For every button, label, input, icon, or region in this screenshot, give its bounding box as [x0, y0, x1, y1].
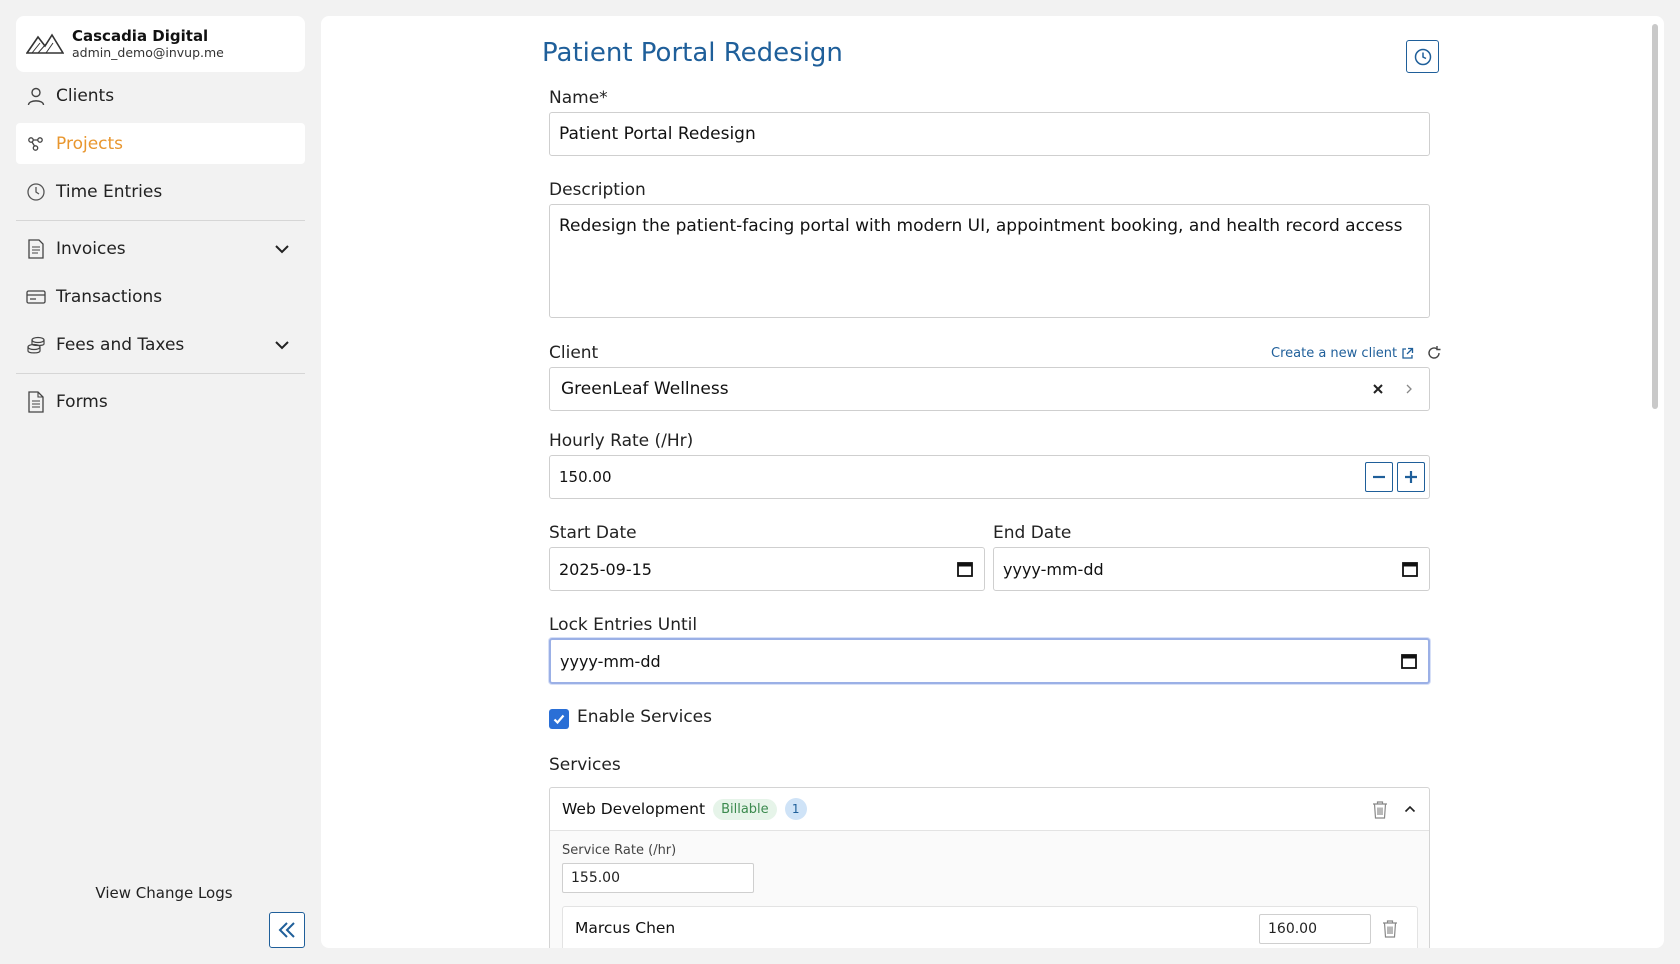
sidebar-item-label: Invoices	[56, 238, 126, 259]
client-label: Client	[549, 343, 599, 363]
enable-services-label[interactable]: Enable Services	[577, 707, 712, 727]
service-card: Web Development Billable 1 Service Rate …	[549, 787, 1430, 948]
view-change-logs-link[interactable]: View Change Logs	[16, 884, 312, 902]
start-date-input[interactable]: 2025-09-15	[549, 547, 985, 591]
sidebar-item-time-entries[interactable]: Time Entries	[16, 171, 305, 212]
service-rate-input[interactable]: 155.00	[562, 863, 754, 893]
double-chevron-left-icon	[278, 922, 295, 938]
sidebar-item-projects[interactable]: Projects	[16, 123, 305, 164]
user-icon	[26, 86, 46, 106]
hourly-rate-input[interactable]: 150.00	[549, 455, 1430, 499]
calendar-icon[interactable]	[1400, 652, 1418, 670]
refresh-icon[interactable]	[1426, 345, 1442, 361]
page-title: Patient Portal Redesign	[542, 38, 843, 68]
sidebar-item-forms[interactable]: Forms	[16, 381, 305, 422]
org-switcher[interactable]: Cascadia Digital admin_demo@invup.me	[16, 16, 305, 72]
project-form-panel: Patient Portal Redesign Name* Patient Po…	[321, 16, 1664, 948]
end-date-input[interactable]: yyyy-mm-dd	[993, 547, 1430, 591]
member-count-badge: 1	[784, 798, 807, 820]
end-date-label: End Date	[993, 523, 1072, 543]
sidebar-item-label: Time Entries	[56, 181, 163, 202]
start-date-label: Start Date	[549, 523, 637, 543]
hourly-rate-label: Hourly Rate (/Hr)	[549, 431, 694, 451]
start-date-value: 2025-09-15	[559, 559, 652, 579]
service-body: Service Rate (/hr) 155.00 Marcus Chen 16…	[550, 831, 1429, 948]
history-button[interactable]	[1406, 40, 1439, 73]
sidebar-item-clients[interactable]: Clients	[16, 75, 305, 116]
nav-divider	[16, 373, 305, 374]
member-rate-input[interactable]: 160.00	[1259, 914, 1371, 944]
minus-icon	[1373, 475, 1385, 479]
lock-entries-placeholder: yyyy-mm-dd	[560, 651, 661, 671]
description-label: Description	[549, 180, 646, 200]
trash-icon[interactable]	[1371, 800, 1389, 819]
org-email: admin_demo@invup.me	[72, 45, 224, 60]
name-input[interactable]: Patient Portal Redesign	[549, 112, 1430, 156]
decrement-button[interactable]	[1365, 462, 1393, 492]
billable-badge: Billable	[713, 798, 777, 820]
chevron-right-icon[interactable]	[1403, 382, 1415, 396]
sidebar-item-label: Forms	[56, 391, 108, 412]
name-label: Name*	[549, 88, 608, 108]
collapse-sidebar-button[interactable]	[269, 912, 305, 948]
external-link-icon[interactable]	[1401, 347, 1414, 360]
create-client-link[interactable]: Create a new client	[1271, 346, 1397, 361]
coins-icon	[26, 335, 46, 355]
org-name: Cascadia Digital	[72, 27, 209, 45]
nodes-icon	[26, 134, 46, 154]
sidebar-item-label: Fees and Taxes	[56, 334, 185, 355]
service-name: Web Development	[562, 800, 706, 818]
chevron-down-icon[interactable]	[273, 336, 291, 354]
lock-entries-input[interactable]: yyyy-mm-dd	[549, 638, 1430, 684]
scrollbar[interactable]	[1652, 24, 1658, 409]
plus-icon	[1405, 471, 1417, 483]
hourly-rate-value: 150.00	[559, 468, 612, 486]
clock-icon	[26, 182, 46, 202]
sidebar-item-transactions[interactable]: Transactions	[16, 276, 305, 317]
calendar-icon[interactable]	[956, 560, 974, 578]
sidebar-item-fees-taxes[interactable]: Fees and Taxes	[16, 324, 305, 365]
card-icon	[26, 287, 46, 307]
service-rate-label: Service Rate (/hr)	[562, 843, 677, 858]
checkmark-icon	[553, 714, 565, 725]
sidebar: Cascadia Digital admin_demo@invup.me Cli…	[0, 0, 321, 964]
client-select[interactable]: GreenLeaf Wellness	[549, 367, 1430, 411]
invoice-icon	[26, 238, 46, 259]
client-selected-value: GreenLeaf Wellness	[561, 379, 729, 399]
end-date-placeholder: yyyy-mm-dd	[1003, 559, 1104, 579]
nav-divider	[16, 220, 305, 221]
description-textarea[interactable]: Redesign the patient-facing portal with …	[549, 204, 1430, 318]
mountain-logo-icon	[26, 33, 64, 54]
calendar-icon[interactable]	[1401, 560, 1419, 578]
trash-icon[interactable]	[1381, 919, 1399, 938]
chevron-down-icon[interactable]	[273, 240, 291, 258]
history-icon	[1414, 48, 1431, 65]
clear-icon[interactable]	[1371, 382, 1385, 396]
member-name: Marcus Chen	[575, 919, 676, 937]
sidebar-item-label: Clients	[56, 85, 115, 106]
sidebar-item-label: Projects	[56, 133, 124, 154]
sidebar-item-label: Transactions	[56, 286, 163, 307]
document-icon	[26, 390, 46, 413]
service-header[interactable]: Web Development Billable 1	[550, 788, 1429, 831]
increment-button[interactable]	[1397, 462, 1425, 492]
sidebar-item-invoices[interactable]: Invoices	[16, 228, 305, 269]
services-label: Services	[549, 755, 621, 775]
enable-services-checkbox[interactable]	[549, 709, 569, 729]
lock-entries-label: Lock Entries Until	[549, 615, 698, 635]
member-row: Marcus Chen 160.00	[562, 906, 1418, 948]
chevron-up-icon[interactable]	[1403, 802, 1417, 816]
